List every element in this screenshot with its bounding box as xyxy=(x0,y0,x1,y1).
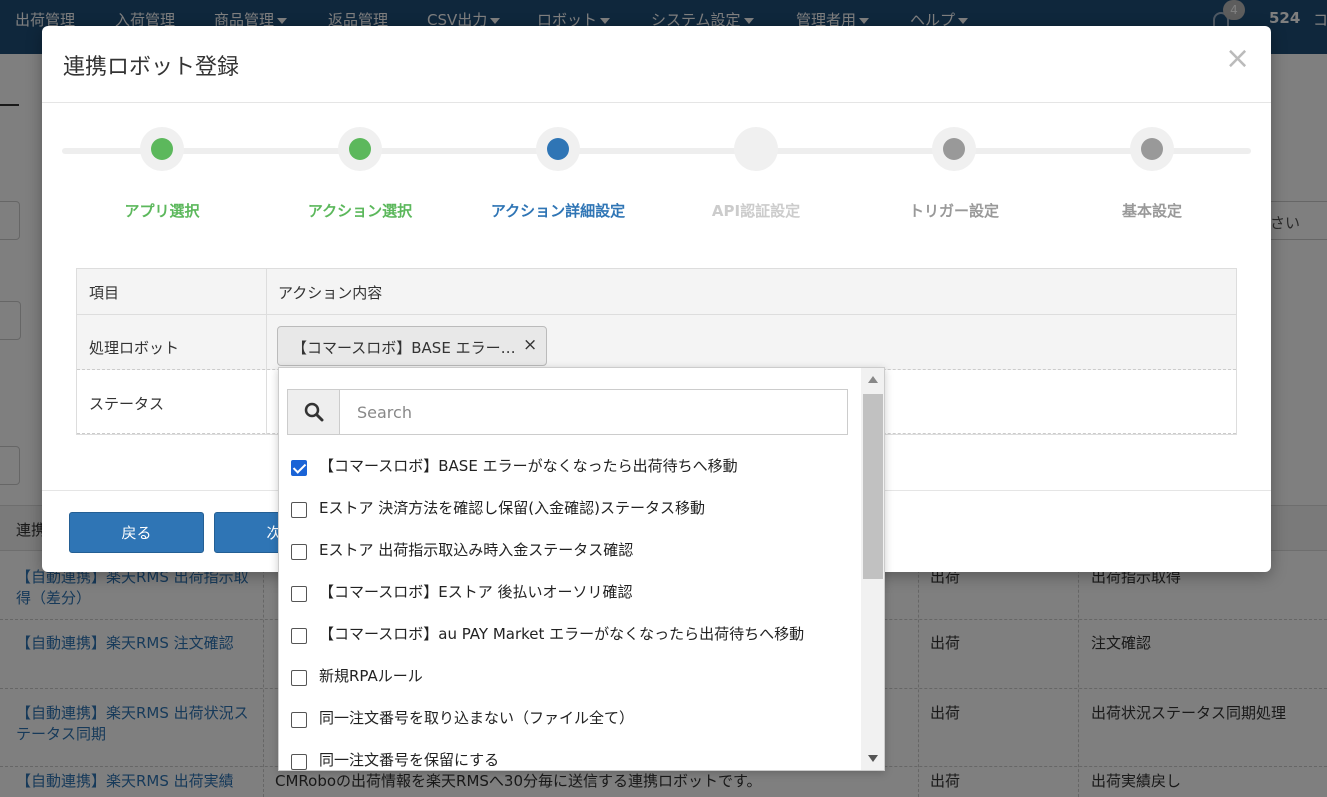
back-button[interactable]: 戻る xyxy=(69,512,204,553)
step-label: アクション詳細設定 xyxy=(490,202,626,220)
step-indicator xyxy=(734,127,778,171)
option-label: 【コマースロボ】au PAY Market エラーがなくなったら出荷待ちへ移動 xyxy=(319,625,805,643)
column-header-content: アクション内容 xyxy=(278,284,383,302)
scrollbar[interactable] xyxy=(861,368,884,770)
list-item[interactable]: Eストア 出荷指示取込み時入金ステータス確認 xyxy=(291,533,851,575)
option-checkbox[interactable] xyxy=(291,628,307,644)
scroll-thumb[interactable] xyxy=(863,394,883,579)
row-label-robot: 処理ロボット xyxy=(89,339,180,357)
selected-robot-tag[interactable]: 【コマースロボ】BASE エラー… × xyxy=(277,326,547,366)
step-1: アプリ選択 xyxy=(62,127,262,227)
scroll-down-icon[interactable] xyxy=(868,755,878,762)
option-label: Eストア 決済方法を確認し保留(入金確認)ステータス移動 xyxy=(319,499,705,517)
step-indicator xyxy=(1130,127,1174,171)
table-row: 処理ロボット xyxy=(77,315,1236,370)
column-header-item: 項目 xyxy=(89,284,120,302)
option-label: 同一注文番号を取り込まない（ファイル全て） xyxy=(319,709,635,727)
list-item[interactable]: 同一注文番号を取り込まない（ファイル全て） xyxy=(291,701,851,743)
option-checkbox[interactable] xyxy=(291,544,307,560)
step-dot-icon xyxy=(943,138,965,160)
step-dot-icon xyxy=(349,138,371,160)
search-icon xyxy=(304,402,324,422)
option-checkbox[interactable] xyxy=(291,754,307,770)
remove-tag-icon[interactable]: × xyxy=(523,335,537,355)
row-label-status: ステータス xyxy=(89,395,165,413)
search-button[interactable] xyxy=(288,390,340,434)
option-label: Eストア 出荷指示取込み時入金ステータス確認 xyxy=(319,541,634,559)
option-checkbox[interactable] xyxy=(291,586,307,602)
step-dot-icon xyxy=(547,138,569,160)
option-checkbox[interactable] xyxy=(291,712,307,728)
option-label: 新規RPAルール xyxy=(319,667,423,685)
step-5: トリガー設定 xyxy=(854,127,1054,227)
option-checkbox[interactable] xyxy=(291,502,307,518)
close-icon[interactable]: × xyxy=(1225,44,1250,74)
list-item[interactable]: 【コマースロボ】au PAY Market エラーがなくなったら出荷待ちへ移動 xyxy=(291,617,851,659)
list-item[interactable]: 【コマースロボ】BASE エラーがなくなったら出荷待ちへ移動 xyxy=(291,449,851,491)
scroll-up-icon[interactable] xyxy=(868,376,878,383)
step-3: アクション詳細設定 xyxy=(458,127,658,227)
step-label: アプリ選択 xyxy=(124,202,200,220)
option-checkbox[interactable] xyxy=(291,670,307,686)
search-input[interactable] xyxy=(341,390,847,434)
selected-robot-label: 【コマースロボ】BASE エラー… xyxy=(292,339,516,357)
robot-select-dropdown: 【コマースロボ】BASE エラーがなくなったら出荷待ちへ移動 Eストア 決済方法を… xyxy=(278,367,885,771)
list-item[interactable]: 同一注文番号を保留にする xyxy=(291,743,851,770)
modal-title: 連携ロボット登録 xyxy=(63,55,240,80)
step-2: アクション選択 xyxy=(260,127,460,227)
step-label: アクション選択 xyxy=(307,202,413,220)
column-divider xyxy=(266,269,267,434)
step-6: 基本設定 xyxy=(1052,127,1252,227)
step-label: トリガー設定 xyxy=(908,202,999,220)
step-indicator xyxy=(338,127,382,171)
list-item[interactable]: 【コマースロボ】Eストア 後払いオーソリ確認 xyxy=(291,575,851,617)
step-indicator xyxy=(140,127,184,171)
option-checkbox[interactable] xyxy=(291,460,307,476)
step-dot-icon xyxy=(745,138,767,160)
option-label: 【コマースロボ】Eストア 後払いオーソリ確認 xyxy=(319,583,633,601)
list-item[interactable]: Eストア 決済方法を確認し保留(入金確認)ステータス移動 xyxy=(291,491,851,533)
step-label: 基本設定 xyxy=(1121,202,1182,220)
step-4: API認証設定 xyxy=(656,127,856,227)
search-box xyxy=(287,389,848,435)
table-header: 項目 アクション内容 xyxy=(77,269,1236,315)
step-dot-icon xyxy=(151,138,173,160)
option-label: 【コマースロボ】BASE エラーがなくなったら出荷待ちへ移動 xyxy=(319,457,738,475)
option-label: 同一注文番号を保留にする xyxy=(319,751,500,769)
list-item[interactable]: 新規RPAルール xyxy=(291,659,851,701)
step-label: API認証設定 xyxy=(711,202,801,220)
step-indicator xyxy=(932,127,976,171)
step-dot-icon xyxy=(1141,138,1163,160)
modal-header: 連携ロボット登録 × xyxy=(42,26,1271,103)
step-indicator xyxy=(536,127,580,171)
